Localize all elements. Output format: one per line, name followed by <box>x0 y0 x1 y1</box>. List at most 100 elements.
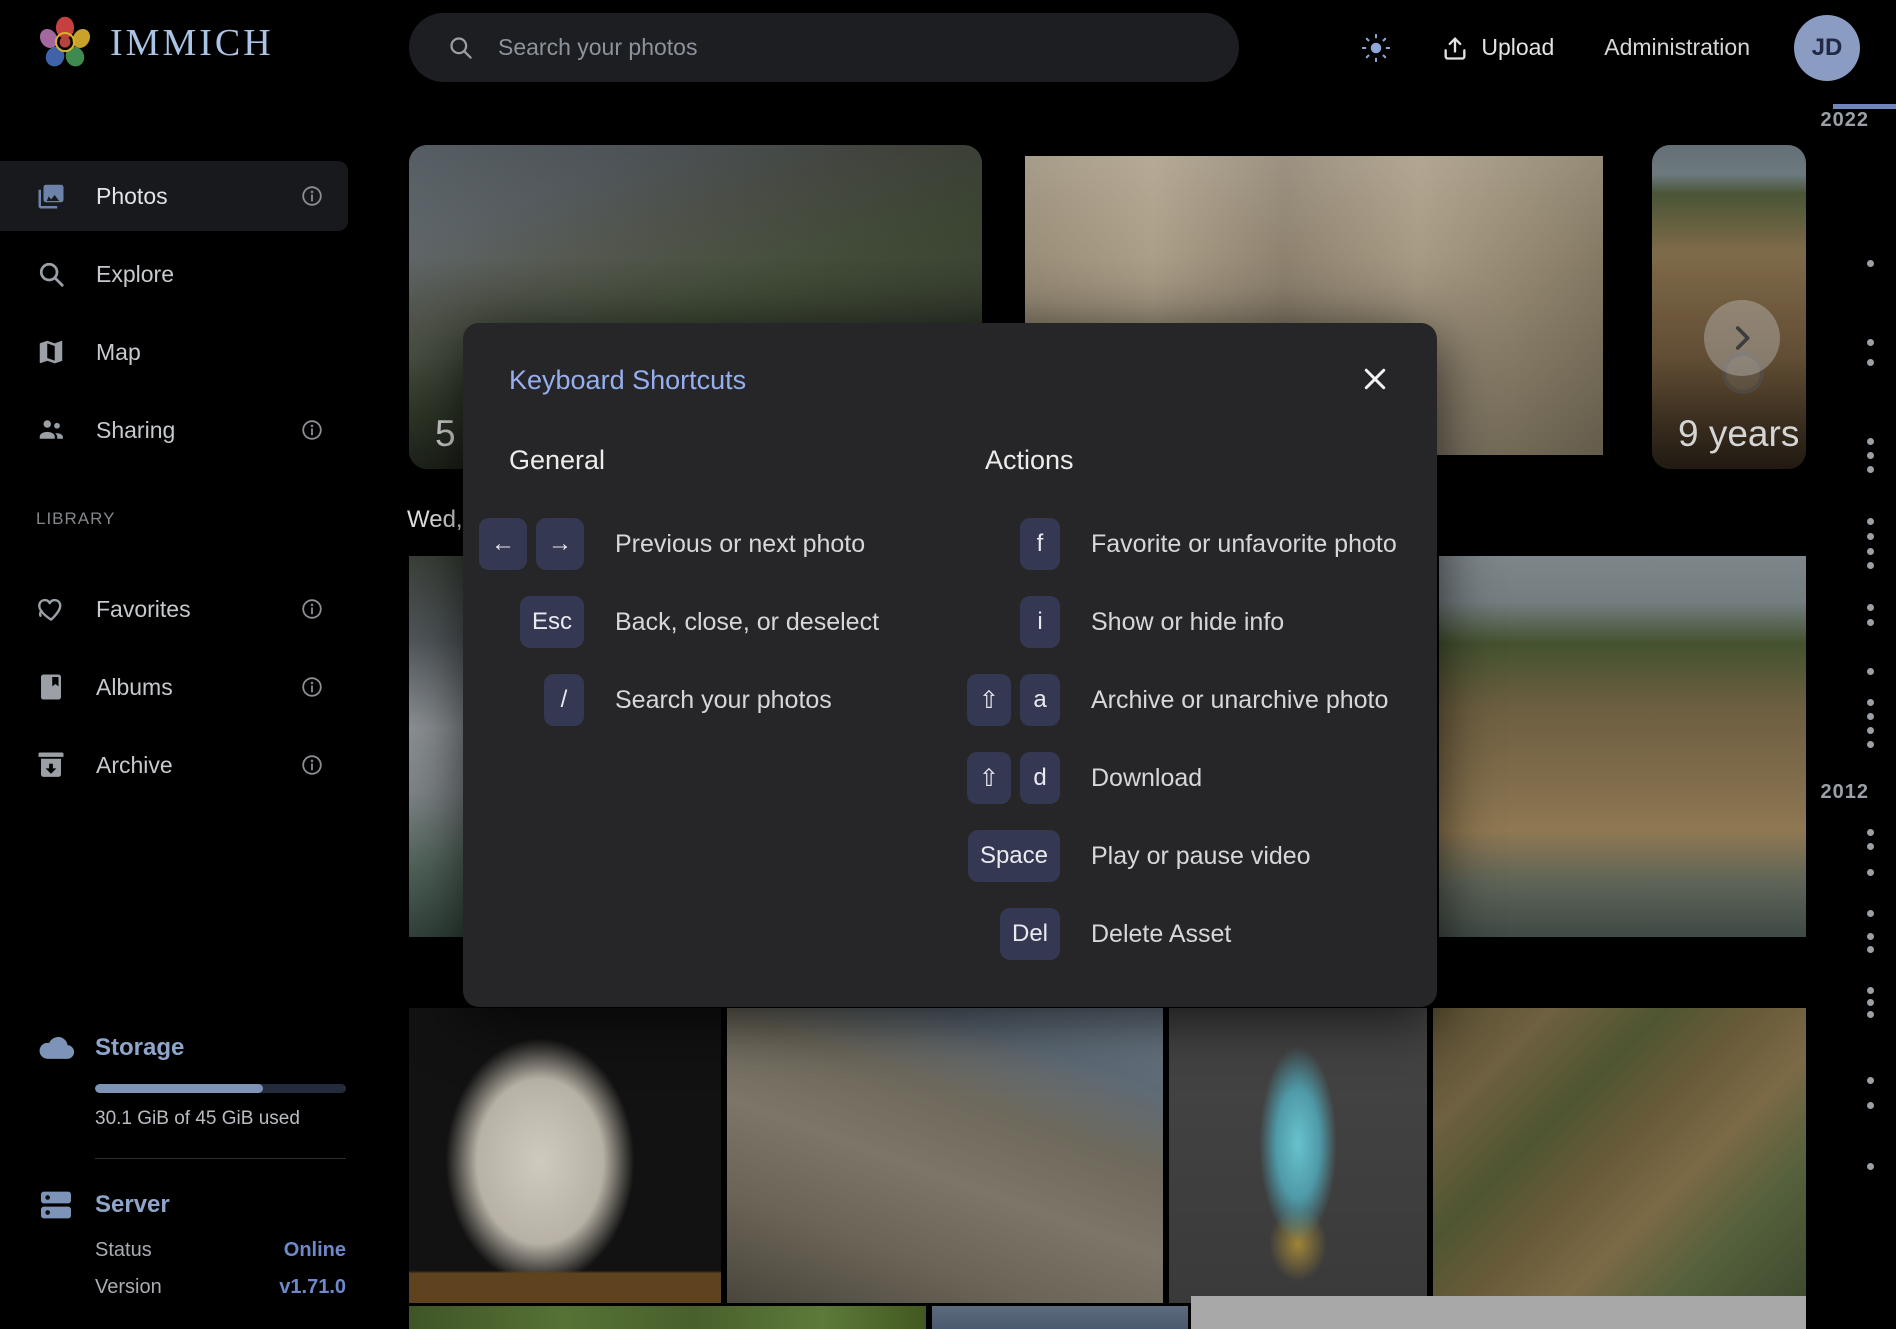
key-chip: Space <box>968 830 1060 882</box>
timeline-dot <box>1867 1011 1874 1018</box>
timeline-dot <box>1867 999 1874 1006</box>
photo-thumbnail-bust[interactable] <box>409 1008 721 1303</box>
sidebar-item-map[interactable]: Map <box>0 317 348 387</box>
upload-icon <box>1441 34 1469 62</box>
upload-button[interactable]: Upload <box>1435 33 1560 63</box>
storage-usage-text: 30.1 GiB of 45 GiB used <box>95 1108 348 1130</box>
sidebar-item-favorites[interactable]: Favorites <box>0 574 348 644</box>
sidebar-divider <box>95 1158 346 1159</box>
timeline-dot <box>1867 1163 1874 1170</box>
modal-title: Keyboard Shortcuts <box>509 365 746 396</box>
timeline-dot <box>1867 438 1874 445</box>
timeline-dot <box>1867 359 1874 366</box>
key-chip: a <box>1020 674 1060 726</box>
key-chip: → <box>536 518 584 570</box>
timeline-dot <box>1867 518 1874 525</box>
search-input[interactable] <box>496 33 1140 62</box>
info-icon[interactable] <box>300 184 324 208</box>
timeline-dot <box>1867 1077 1874 1084</box>
shortcut-description: Search your photos <box>615 686 832 715</box>
search-bar[interactable] <box>409 13 1239 82</box>
server-version-label: Version <box>95 1276 162 1299</box>
timeline-dot <box>1867 533 1874 540</box>
timeline-dot <box>1867 339 1874 346</box>
timeline-dot <box>1867 910 1874 917</box>
sidebar-item-explore[interactable]: Explore <box>0 239 348 309</box>
shortcut-row: DelDelete Asset <box>985 908 1397 960</box>
timeline-dot <box>1867 548 1874 555</box>
info-icon[interactable] <box>300 753 324 777</box>
timeline-scrubber[interactable]: 2022 2012 <box>1806 95 1896 1329</box>
close-icon <box>1360 364 1390 394</box>
photo-thumbnail-lizard[interactable] <box>1433 1008 1806 1303</box>
timeline-dot <box>1867 260 1874 267</box>
administration-link[interactable]: Administration <box>1604 34 1750 61</box>
info-icon[interactable] <box>300 597 324 621</box>
server-version-row: Version v1.71.0 <box>95 1276 346 1299</box>
memory-card-canyon[interactable]: 9 years si <box>1652 145 1806 469</box>
memory-label: 9 years si <box>1678 413 1806 455</box>
shortcut-description: Archive or unarchive photo <box>1091 686 1388 715</box>
timeline-dot <box>1867 619 1874 626</box>
server-block: Server <box>0 1185 348 1225</box>
timeline-dot <box>1867 466 1874 473</box>
sidebar-footer: Storage 30.1 GiB of 45 GiB used Server <box>0 1028 348 1299</box>
photo-thumbnail-teaset[interactable] <box>1169 1008 1427 1303</box>
shortcut-description: Favorite or unfavorite photo <box>1091 530 1397 559</box>
server-version-value: v1.71.0 <box>279 1276 346 1299</box>
theme-toggle-sun-icon[interactable] <box>1361 33 1391 63</box>
shortcut-column-header: Actions <box>985 445 1397 477</box>
shortcut-row: ⇧dDownload <box>985 752 1397 804</box>
key-chip: ⇧ <box>967 752 1011 804</box>
photo-thumbnail-ruins[interactable] <box>727 1008 1163 1303</box>
shortcut-description: Show or hide info <box>1091 608 1284 637</box>
logo-text: IMMICH <box>110 21 274 65</box>
brand[interactable]: IMMICH <box>36 14 274 72</box>
navbar-actions: Upload Administration JD <box>1361 0 1860 95</box>
sidebar-item-label: Albums <box>96 674 300 701</box>
photo-thumbnail-partial-3[interactable] <box>1191 1296 1806 1329</box>
map-icon <box>36 337 66 367</box>
storage-progress-fill <box>95 1084 263 1093</box>
photo-thumbnail-partial-2[interactable] <box>932 1306 1188 1329</box>
cloud-icon <box>36 1028 76 1068</box>
navbar: IMMICH <box>0 0 1896 95</box>
shortcut-description: Download <box>1091 764 1202 793</box>
heart-icon <box>36 594 66 624</box>
timeline-dot <box>1867 1102 1874 1109</box>
sidebar-item-archive[interactable]: Archive <box>0 730 348 800</box>
sidebar-item-albums[interactable]: Albums <box>0 652 348 722</box>
sidebar-item-label: Favorites <box>96 596 300 623</box>
photo-thumbnail-partial-1[interactable] <box>409 1306 926 1329</box>
immich-logo-icon <box>36 14 94 72</box>
info-icon[interactable] <box>300 675 324 699</box>
shortcut-column-header: General <box>509 445 879 477</box>
timeline-dot <box>1867 713 1874 720</box>
user-avatar[interactable]: JD <box>1794 15 1860 81</box>
key-chip: ⇧ <box>967 674 1011 726</box>
storage-block: Storage <box>0 1028 348 1068</box>
sidebar-item-sharing[interactable]: Sharing <box>0 395 348 465</box>
sidebar-item-label: Explore <box>96 261 324 288</box>
close-button[interactable] <box>1357 361 1393 397</box>
timeline-dot <box>1867 869 1874 876</box>
shortcut-description: Back, close, or deselect <box>615 608 879 637</box>
sidebar-nav: PhotosExploreMapSharingLIBRARYFavoritesA… <box>0 95 348 800</box>
shortcut-column-general: General←→Previous or next photoEscBack, … <box>509 445 879 726</box>
timeline-dot <box>1867 452 1874 459</box>
timeline-dot <box>1867 933 1874 940</box>
photo-thumbnail-beach[interactable] <box>1439 556 1806 937</box>
memory-next-button[interactable] <box>1704 300 1780 376</box>
shortcut-description: Delete Asset <box>1091 920 1231 949</box>
shortcut-row: ⇧aArchive or unarchive photo <box>985 674 1397 726</box>
key-chip: d <box>1020 752 1060 804</box>
sidebar-item-label: Sharing <box>96 417 300 444</box>
upload-label: Upload <box>1481 34 1554 61</box>
sidebar-item-photos[interactable]: Photos <box>0 161 348 231</box>
search-icon <box>36 259 66 289</box>
timeline-dot <box>1867 946 1874 953</box>
server-icon <box>36 1185 76 1225</box>
storage-progress-bar <box>95 1084 346 1093</box>
info-icon[interactable] <box>300 418 324 442</box>
server-status-label: Status <box>95 1239 152 1262</box>
